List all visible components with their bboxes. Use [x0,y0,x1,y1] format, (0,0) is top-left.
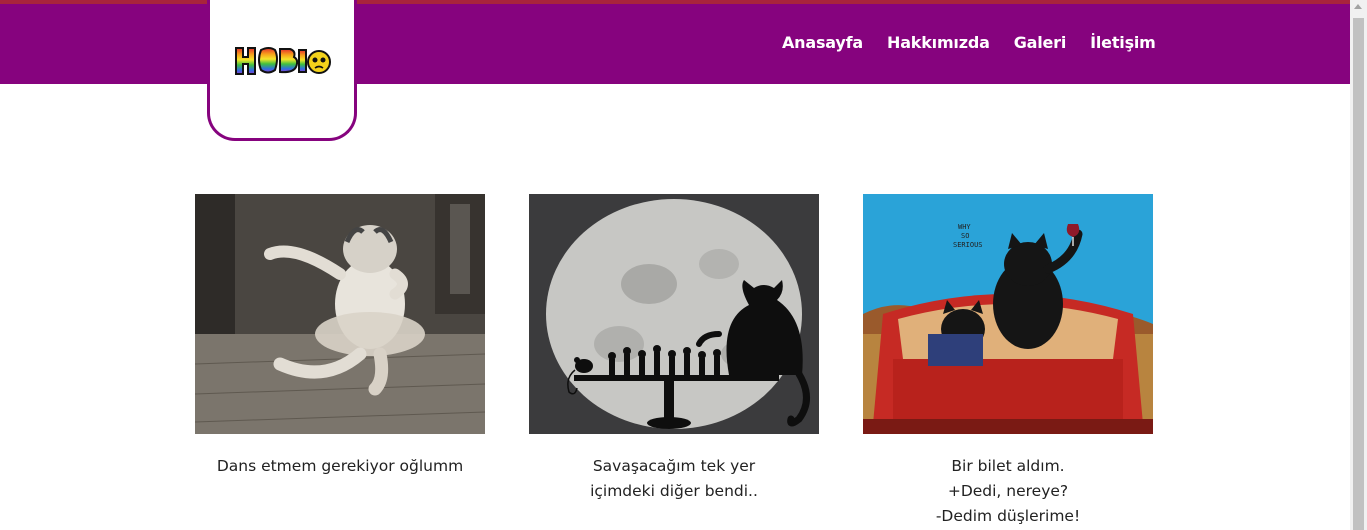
svg-text:SERIOUS: SERIOUS [953,241,983,249]
dancing-cat-image[interactable] [195,194,485,434]
site-header: Anasayfa Hakkımızda Galeri İletişim [0,4,1350,84]
caption-line: -Dedim düşlerime! [935,507,1081,525]
gallery-card-2: Savaşacağım tek yer içimdeki diğer bendi… [529,194,819,504]
card-1-caption: Dans etmem gerekiyor oğlumm [195,454,485,479]
caption-line: Savaşacağım tek yer [592,457,756,475]
card-2-caption: Savaşacağım tek yer içimdeki diğer bendi… [529,454,819,504]
caption-line: +Dedi, nereye? [947,482,1069,500]
cat-chess-moon-image[interactable] [529,194,819,434]
gallery-card-3: WHY SO SERIOUS Bir bilet aldım. +Dedi, n… [863,194,1153,529]
nav-iletisim[interactable]: İletişim [1090,33,1156,52]
card-3-caption: Bir bilet aldım. +Dedi, nereye? -Dedim d… [863,454,1153,529]
gallery-card-1: Dans etmem gerekiyor oğlumm [195,194,485,479]
scroll-thumb[interactable] [1353,18,1364,530]
main-nav: Anasayfa Hakkımızda Galeri İletişim [782,33,1180,52]
nav-galeri[interactable]: Galeri [1014,33,1067,52]
svg-text:WHY: WHY [958,223,971,231]
caption-line: içimdeki diğer bendi.. [590,482,758,500]
nav-hakkimizda[interactable]: Hakkımızda [887,33,990,52]
nav-anasayfa[interactable]: Anasayfa [782,33,863,52]
caption-line: Bir bilet aldım. [951,457,1065,475]
cats-red-car-image[interactable]: WHY SO SERIOUS [863,194,1153,434]
scroll-up-arrow-icon[interactable] [1354,4,1362,9]
logo-box[interactable] [207,0,357,141]
caption-line: Dans etmem gerekiyor oğlumm [216,457,464,475]
site-logo[interactable] [234,40,334,84]
svg-text:SO: SO [961,232,969,240]
vertical-scrollbar[interactable] [1350,0,1367,530]
